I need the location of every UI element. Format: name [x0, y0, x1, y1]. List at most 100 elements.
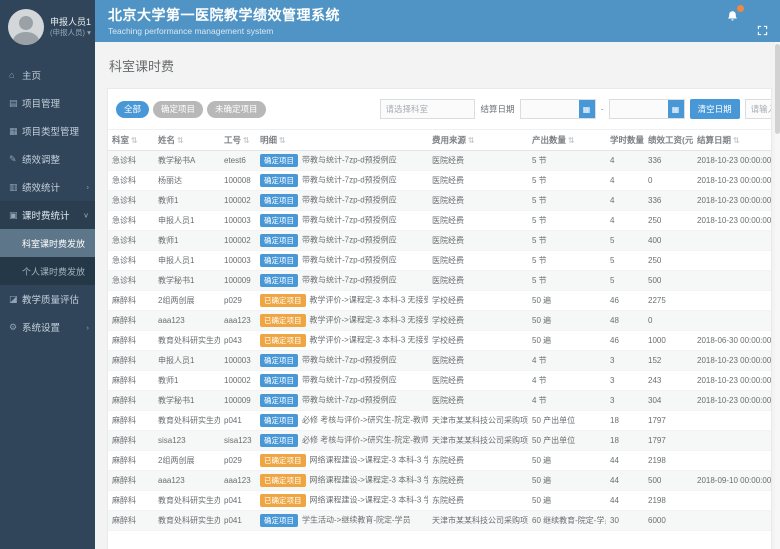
- sort-icon[interactable]: ⇅: [468, 136, 475, 145]
- settle-date-label: 结算日期: [481, 103, 515, 115]
- detail-text: 带教与统计-7zp-d预授例应: [302, 216, 397, 225]
- table-row: 急诊科教学秘书1100009确定项目带教与统计-7zp-d预授例应医院经费5 节…: [108, 271, 771, 291]
- calendar-icon[interactable]: ▦: [579, 100, 595, 118]
- notification-bell-icon[interactable]: [724, 8, 740, 24]
- confirm-project-button[interactable]: 确定项目: [260, 374, 298, 387]
- detail-cell: 确定项目带教与统计-7zp-d预授例应: [256, 351, 428, 371]
- salary-cell: 6000: [644, 511, 693, 531]
- hours-cell: 46: [606, 291, 644, 311]
- output-cell: 5 节: [528, 151, 606, 171]
- hours-cell: 5: [606, 251, 644, 271]
- confirm-project-button[interactable]: 确定项目: [260, 254, 298, 267]
- confirm-project-button[interactable]: 确定项目: [260, 514, 298, 527]
- detail-text: 带教与统计-7zp-d预授例应: [302, 156, 397, 165]
- detail-text: 网络课程建设->课程定-3 本科-3 学员: [310, 496, 429, 505]
- sort-icon[interactable]: ⇅: [568, 136, 575, 145]
- confirm-project-button[interactable]: 确定项目: [260, 154, 298, 167]
- confirmed-project-badge[interactable]: 已确定项目: [260, 314, 306, 327]
- sidebar-item-class-fee-stats[interactable]: ▣课时费统计∨: [0, 201, 95, 229]
- filter-pill-1[interactable]: 确定项目: [153, 101, 203, 118]
- sidebar-item-label: 项目类型管理: [22, 124, 79, 138]
- sidebar-item-label: 系统设置: [22, 320, 60, 334]
- clear-date-button[interactable]: 清空日期: [690, 99, 740, 119]
- sort-icon[interactable]: ⇅: [279, 136, 286, 145]
- filter-pill-2[interactable]: 未确定项目: [207, 101, 266, 118]
- detail-text: 必修 考核与评价->研究生-院定-教师: [302, 436, 428, 445]
- top-header: 北京大学第一医院教学绩效管理系统 Teaching performance ma…: [95, 0, 780, 42]
- fullscreen-icon[interactable]: [754, 22, 770, 38]
- output-cell: 50 遍: [528, 311, 606, 331]
- confirmed-project-badge[interactable]: 已确定项目: [260, 334, 306, 347]
- dept-cell: 麻醉科: [108, 471, 154, 491]
- salary-cell: 400: [644, 231, 693, 251]
- dept-cell: 急诊科: [108, 251, 154, 271]
- page-title: 科室课时费: [109, 56, 772, 75]
- sort-icon[interactable]: ⇅: [733, 136, 740, 145]
- sidebar-item-label: 教学质量评估: [22, 292, 79, 306]
- table-row: 麻醉科教育处科研实生办公室Ap043已确定项目教学评价->课程定-3 本科-3 …: [108, 331, 771, 351]
- column-label: 结算日期: [697, 135, 731, 145]
- confirmed-project-badge[interactable]: 已确定项目: [260, 294, 306, 307]
- detail-cell: 确定项目带教与统计-7zp-d预授例应: [256, 151, 428, 171]
- sidebar-item-performance-adjust[interactable]: ✎绩效调整: [0, 145, 95, 173]
- source-cell: 天津市某某科技公司采购项目: [428, 511, 528, 531]
- name-cell: 教学秘书1: [154, 391, 220, 411]
- detail-text: 带教与统计-7zp-d预授例应: [302, 196, 397, 205]
- sort-icon[interactable]: ⇅: [177, 136, 184, 145]
- user-role-dropdown[interactable]: (申报人员) ▾: [50, 28, 89, 37]
- sort-icon[interactable]: ⇅: [243, 136, 250, 145]
- dept-cell: 急诊科: [108, 151, 154, 171]
- date-cell: [693, 491, 771, 511]
- sidebar-subitem-dept-class-fee[interactable]: 科室课时费发放: [0, 229, 95, 257]
- scrollbar-thumb[interactable]: [775, 44, 780, 134]
- table-row: 急诊科杨丽达100008确定项目带教与统计-7zp-d预授例应医院经费5 节40…: [108, 171, 771, 191]
- confirm-project-button[interactable]: 确定项目: [260, 214, 298, 227]
- date-cell: [693, 431, 771, 451]
- hours-cell: 44: [606, 451, 644, 471]
- date-cell: 2018-10-23 00:00:00: [693, 211, 771, 231]
- confirm-project-button[interactable]: 确定项目: [260, 394, 298, 407]
- department-select-input[interactable]: [380, 99, 475, 119]
- keyword-search-input[interactable]: [745, 99, 772, 119]
- sidebar-item-home[interactable]: ⌂主页: [0, 61, 95, 89]
- hours-cell: 44: [606, 491, 644, 511]
- calendar-icon[interactable]: ▦: [668, 100, 684, 118]
- output-cell: 50 遍: [528, 291, 606, 311]
- confirm-project-button[interactable]: 确定项目: [260, 274, 298, 287]
- detail-cell: 确定项目带教与统计-7zp-d预授例应: [256, 251, 428, 271]
- column-label: 姓名: [158, 135, 175, 145]
- column-label: 费用来源: [432, 135, 466, 145]
- sidebar-item-project-type-management[interactable]: ▦项目类型管理: [0, 117, 95, 145]
- filter-pill-0[interactable]: 全部: [116, 101, 149, 118]
- scrollbar[interactable]: [775, 42, 780, 549]
- sidebar-subitem-personal-class-fee[interactable]: 个人课时费发放: [0, 257, 95, 285]
- sidebar-item-project-management[interactable]: ▤项目管理: [0, 89, 95, 117]
- confirmed-project-badge[interactable]: 已确定项目: [260, 474, 306, 487]
- dept-cell: 急诊科: [108, 271, 154, 291]
- confirm-project-button[interactable]: 确定项目: [260, 434, 298, 447]
- hours-cell: 4: [606, 171, 644, 191]
- hours-cell: 48: [606, 311, 644, 331]
- date-cell: 2018-06-30 00:00:00: [693, 331, 771, 351]
- data-panel: 全部确定项目未确定项目 结算日期 ▦ - ▦ 清空日期: [107, 88, 772, 549]
- confirm-project-button[interactable]: 确定项目: [260, 354, 298, 367]
- output-cell: 50 产出单位: [528, 411, 606, 431]
- confirmed-project-badge[interactable]: 已确定项目: [260, 494, 306, 507]
- output-cell: 5 节: [528, 271, 606, 291]
- confirm-project-button[interactable]: 确定项目: [260, 234, 298, 247]
- confirm-project-button[interactable]: 确定项目: [260, 174, 298, 187]
- sidebar-item-performance-stats[interactable]: ▥绩效统计›: [0, 173, 95, 201]
- name-cell: aaa123: [154, 471, 220, 491]
- sort-icon[interactable]: ⇅: [131, 136, 138, 145]
- confirm-project-button[interactable]: 确定项目: [260, 414, 298, 427]
- detail-cell: 确定项目带教与统计-7zp-d预授例应: [256, 271, 428, 291]
- sidebar-item-teaching-quality[interactable]: ◪教学质量评估: [0, 285, 95, 313]
- detail-cell: 确定项目带教与统计-7zp-d预授例应: [256, 371, 428, 391]
- dept-cell: 急诊科: [108, 191, 154, 211]
- confirmed-project-badge[interactable]: 已确定项目: [260, 454, 306, 467]
- salary-cell: 152: [644, 351, 693, 371]
- detail-text: 带教与统计-7zp-d预授例应: [302, 236, 397, 245]
- date-cell: 2018-10-23 00:00:00: [693, 391, 771, 411]
- confirm-project-button[interactable]: 确定项目: [260, 194, 298, 207]
- sidebar-item-system-settings[interactable]: ⚙系统设置›: [0, 313, 95, 341]
